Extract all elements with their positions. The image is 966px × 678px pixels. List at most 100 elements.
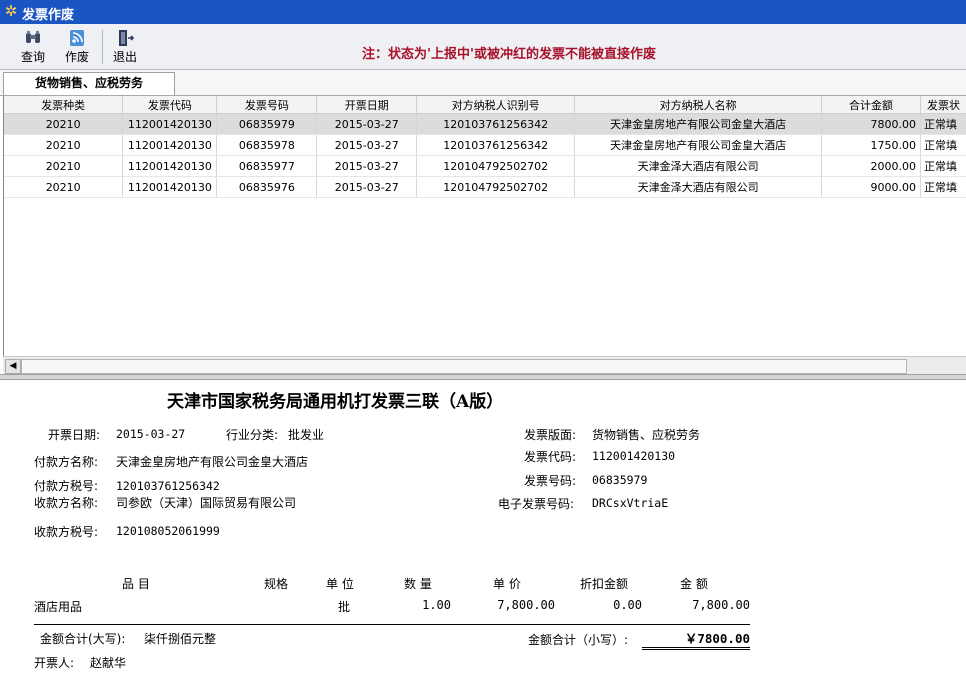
einvoice-value: DRCsxVtriaE [592,496,669,510]
table-cell: 06835977 [216,155,318,177]
exit-label: 退出 [112,50,137,64]
scroll-left-arrow-icon[interactable]: ◀ [5,359,21,374]
table-cell: 20210 [4,176,124,198]
document-void-icon [68,30,86,46]
table-row[interactable]: 20210 112001420130 06835979 2015-03-27 1… [4,113,966,135]
item-discount-cell: 0.00 [613,598,642,612]
table-cell: 20210 [4,155,124,177]
column-header[interactable]: 开票日期 [316,96,418,114]
window-titlebar: ✲ 发票作废 [0,0,966,24]
scrollbar-thumb[interactable] [21,359,907,374]
item-spec-header: 规格 [264,577,289,591]
table-cell: 天津金泽大酒店有限公司 [574,176,823,198]
table-cell: 120103761256342 [416,134,576,156]
notice-text: 注：状态为'上报中'或被冲红的发票不能被直接作废 [362,47,656,62]
table-cell: 2000.00 [821,155,921,177]
table-cell: 1750.00 [821,134,921,156]
column-header[interactable]: 对方纳税人名称 [574,96,823,114]
total-double-underline [642,649,750,650]
payer-tax-label: 付款方税号: [34,479,99,493]
invoice-grid: 发票种类 发票代码 发票号码 开票日期 对方纳税人识别号 对方纳税人名称 合计金… [3,96,966,356]
exit-button[interactable]: 退出 [104,28,146,66]
payer-name-value: 天津金皇房地产有限公司金皇大酒店 [116,455,309,469]
total-double-underline [642,647,750,648]
table-cell: 06835979 [216,113,318,135]
table-cell: 2015-03-27 [316,134,418,156]
query-button[interactable]: 查询 [12,28,54,66]
horizontal-scrollbar[interactable]: ◀ [3,356,966,374]
table-cell: 2015-03-27 [316,155,418,177]
item-name-cell: 酒店用品 [34,600,83,614]
drawer-value: 赵献华 [90,656,127,670]
industry-value: 批发业 [288,428,325,442]
query-label: 查询 [20,50,45,64]
column-header[interactable]: 发票号码 [216,96,318,114]
item-amount-cell: 7,800.00 [692,598,750,612]
layout-value: 货物销售、应税劳务 [592,428,701,442]
item-price-header: 单 价 [493,577,521,591]
table-cell: 2015-03-27 [316,113,418,135]
table-cell: 112001420130 [122,113,218,135]
table-cell: 120104792502702 [416,155,576,177]
column-header[interactable]: 发票状 [920,96,966,114]
invoice-table: 发票种类 发票代码 发票号码 开票日期 对方纳税人识别号 对方纳税人名称 合计金… [4,96,966,198]
window-title: 发票作废 [22,8,75,23]
total-upper-value: 柒仟捌佰元整 [144,632,217,646]
table-row[interactable]: 20210 112001420130 06835977 2015-03-27 1… [4,155,966,177]
table-cell: 天津金皇房地产有限公司金皇大酒店 [574,134,823,156]
item-name-header: 品 目 [122,577,150,591]
item-unit-cell: 批 [338,600,351,614]
table-cell: 2015-03-27 [316,176,418,198]
payee-tax-label: 收款方税号: [34,525,99,539]
column-header[interactable]: 发票种类 [4,96,124,114]
invoice-title: 天津市国家税务局通用机打发票三联（A版） [167,392,504,412]
table-cell: 120103761256342 [416,113,576,135]
table-cell: 20210 [4,134,124,156]
payer-name-label: 付款方名称: [34,455,99,469]
void-button[interactable]: 作废 [56,28,98,66]
issue-date-value: 2015-03-27 [116,427,186,441]
layout-label: 发票版面: [524,428,577,442]
payee-tax-value: 120108052061999 [116,524,220,538]
column-header[interactable]: 发票代码 [122,96,218,114]
table-cell: 正常填 [920,113,966,135]
table-cell: 112001420130 [122,134,218,156]
table-cell: 06835978 [216,134,318,156]
table-cell: 06835976 [216,176,318,198]
table-row[interactable]: 20210 112001420130 06835976 2015-03-27 1… [4,176,966,198]
issue-date-label: 开票日期: [48,428,101,442]
item-price-cell: 7,800.00 [497,598,555,612]
table-cell: 112001420130 [122,155,218,177]
column-header[interactable]: 对方纳税人识别号 [416,96,576,114]
table-cell: 正常填 [920,134,966,156]
table-cell: 20210 [4,113,124,135]
total-lower-value: ￥7800.00 [684,631,750,646]
total-top-line [34,624,750,625]
payee-name-value: 司参欧（天津）国际贸易有限公司 [116,496,297,510]
item-amount-header: 金 额 [680,577,708,591]
item-unit-header: 单 位 [326,577,354,591]
table-cell: 7800.00 [821,113,921,135]
table-cell: 天津金皇房地产有限公司金皇大酒店 [574,113,823,135]
toolbar-separator [102,30,103,64]
tab-goods-services[interactable]: 货物销售、应税劳务 [3,72,175,95]
table-cell: 120104792502702 [416,176,576,198]
item-qty-cell: 1.00 [422,598,451,612]
column-header[interactable]: 合计金额 [821,96,921,114]
invoice-preview: 天津市国家税务局通用机打发票三联（A版） 开票日期: 2015-03-27 行业… [0,380,966,678]
item-qty-header: 数 量 [404,577,432,591]
total-lower-label: 金额合计（小写）: [528,633,629,647]
item-discount-header: 折扣金额 [580,577,629,591]
table-row[interactable]: 20210 112001420130 06835978 2015-03-27 1… [4,134,966,156]
table-cell: 9000.00 [821,176,921,198]
invoice-number-label: 发票号码: [524,474,577,488]
industry-label: 行业分类: [226,428,279,442]
drawer-label: 开票人: [34,656,75,670]
einvoice-label: 电子发票号码: [498,497,575,511]
table-cell: 正常填 [920,155,966,177]
tab-strip: 货物销售、应税劳务 [0,70,966,96]
invoice-code-value: 112001420130 [592,449,676,463]
exit-door-icon [116,30,135,46]
payer-tax-value: 120103761256342 [116,479,220,493]
payee-name-label: 收款方名称: [34,496,99,510]
